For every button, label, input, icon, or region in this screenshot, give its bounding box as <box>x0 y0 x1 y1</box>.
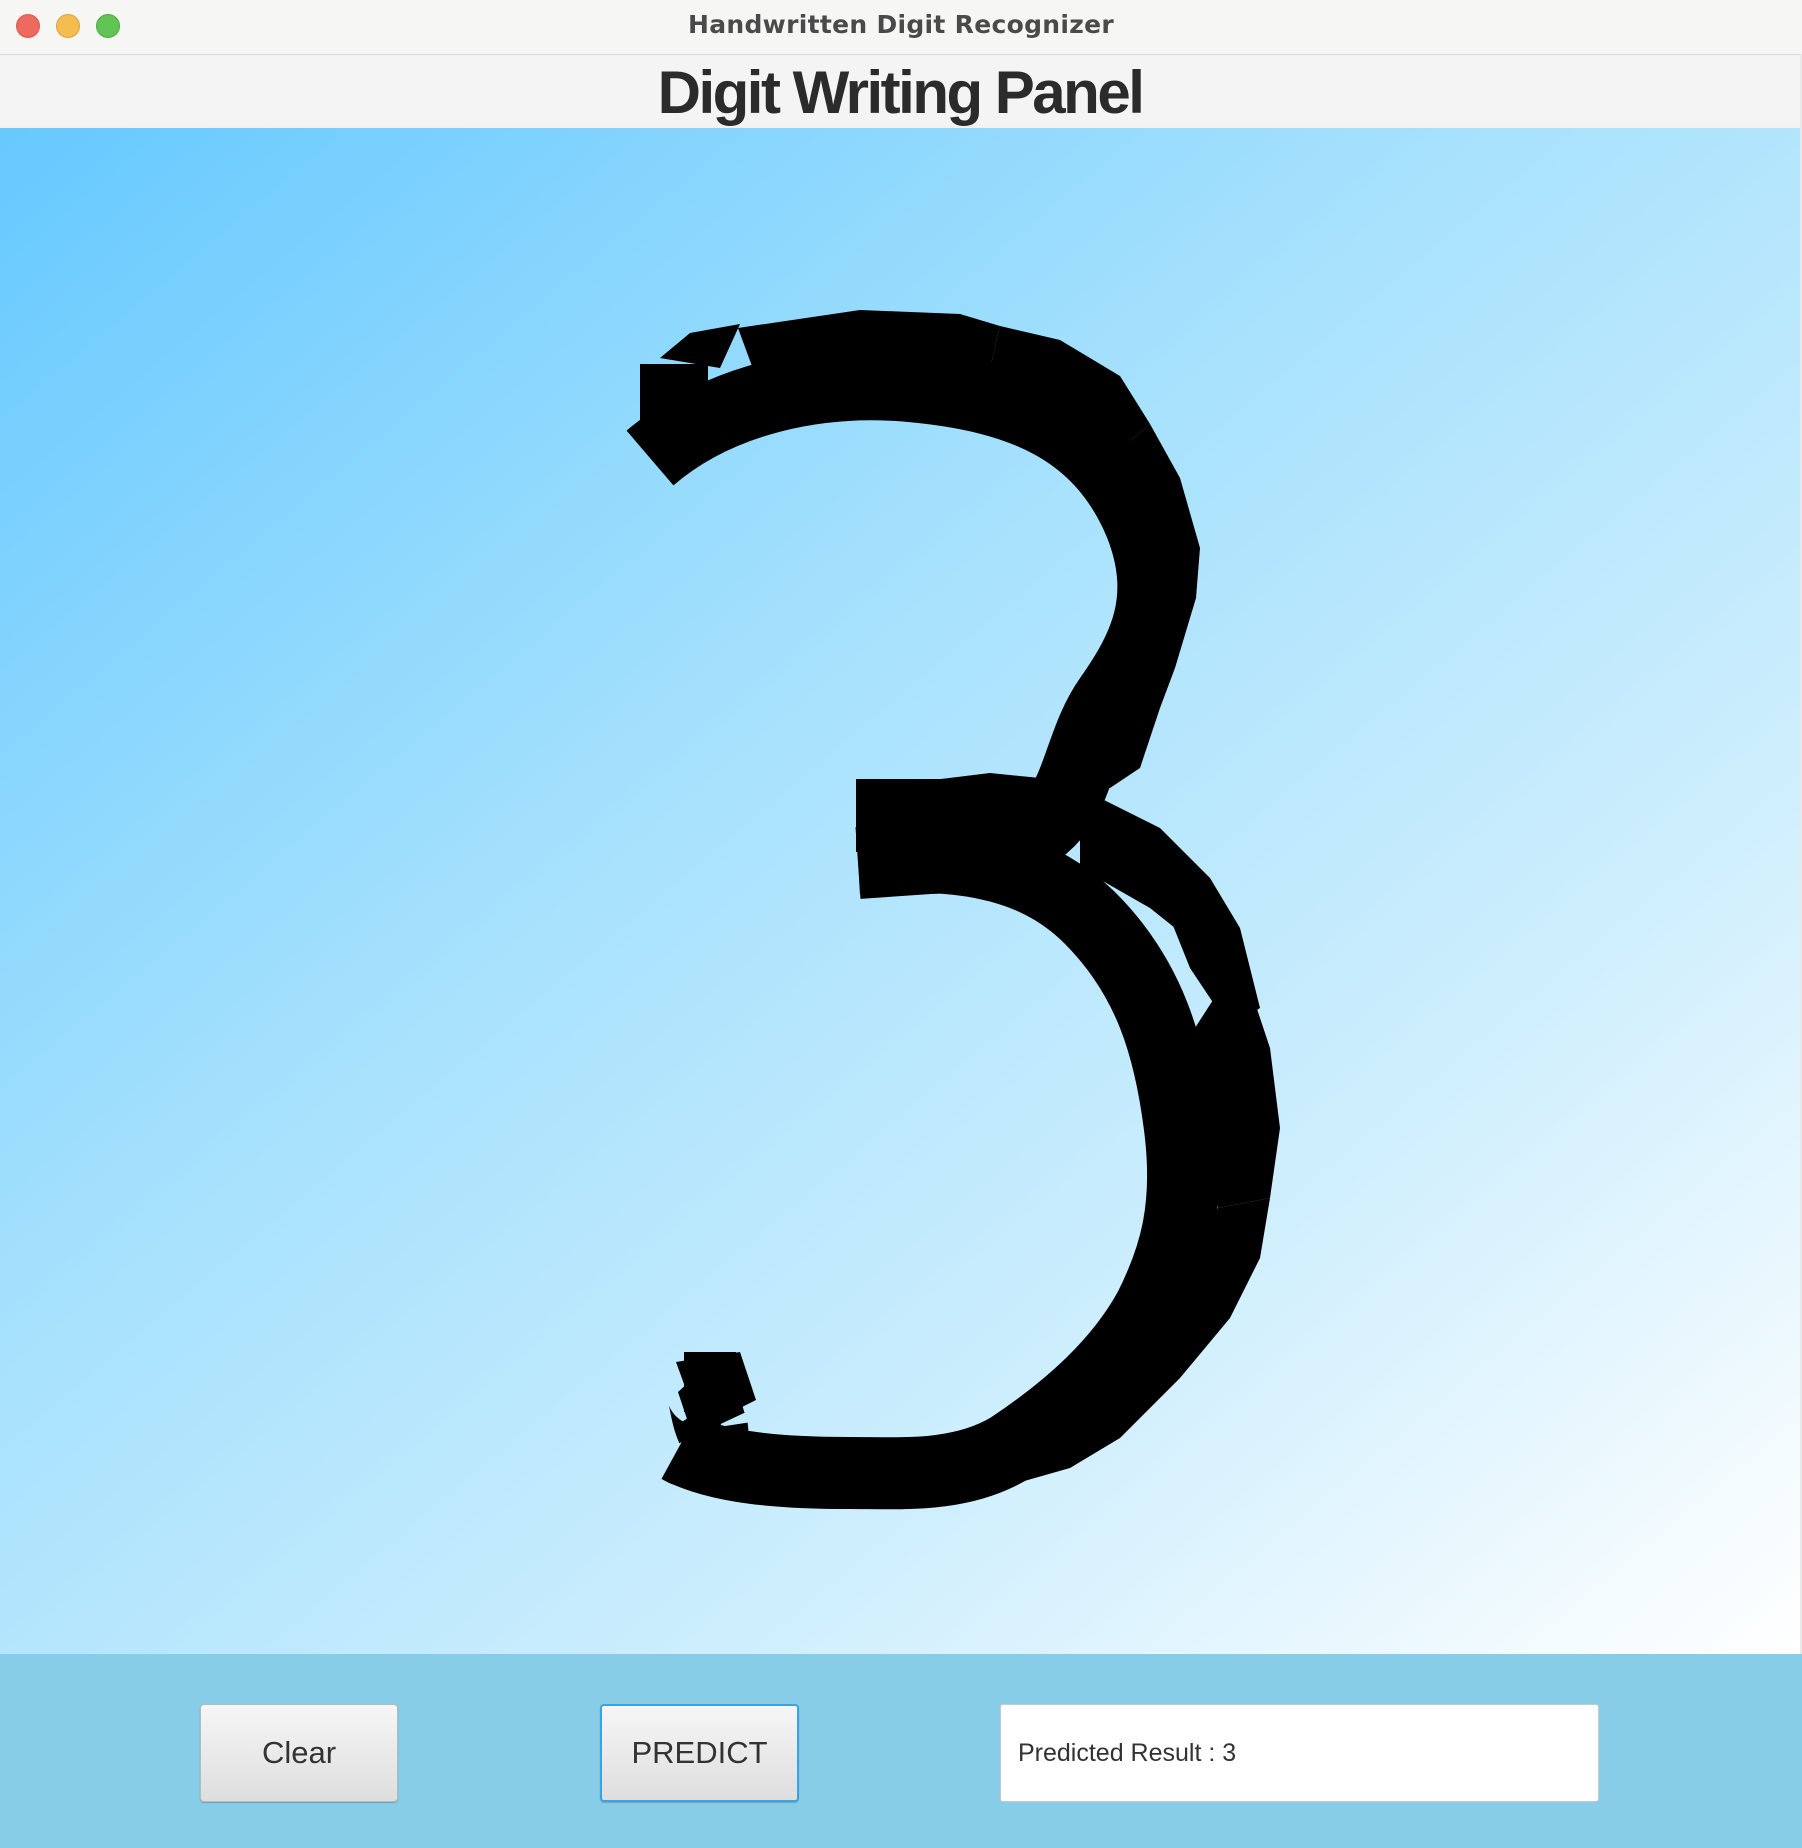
drawing-canvas[interactable] <box>0 128 1800 1654</box>
title-bar: Handwritten Digit Recognizer <box>0 0 1802 55</box>
predicted-result-field[interactable]: Predicted Result : 3 <box>1000 1704 1599 1802</box>
page-title-text: Digit Writing Panel <box>657 59 1145 126</box>
window-title: Handwritten Digit Recognizer <box>688 10 1114 39</box>
digit-stroke-icon <box>626 348 1220 1510</box>
control-bar: Clear PREDICT Predicted Result : 3 <box>0 1654 1802 1848</box>
handwritten-digit-drawing <box>626 310 1280 1510</box>
page-title: Digit Writing Panel <box>0 55 1802 128</box>
clear-button[interactable]: Clear <box>200 1704 398 1802</box>
app-window: Handwritten Digit Recognizer Digit Writi… <box>0 0 1802 1848</box>
brush-stroke-blocks <box>640 310 1280 1498</box>
predict-button[interactable]: PREDICT <box>600 1704 799 1802</box>
header-panel: Digit Writing Panel <box>0 55 1802 129</box>
